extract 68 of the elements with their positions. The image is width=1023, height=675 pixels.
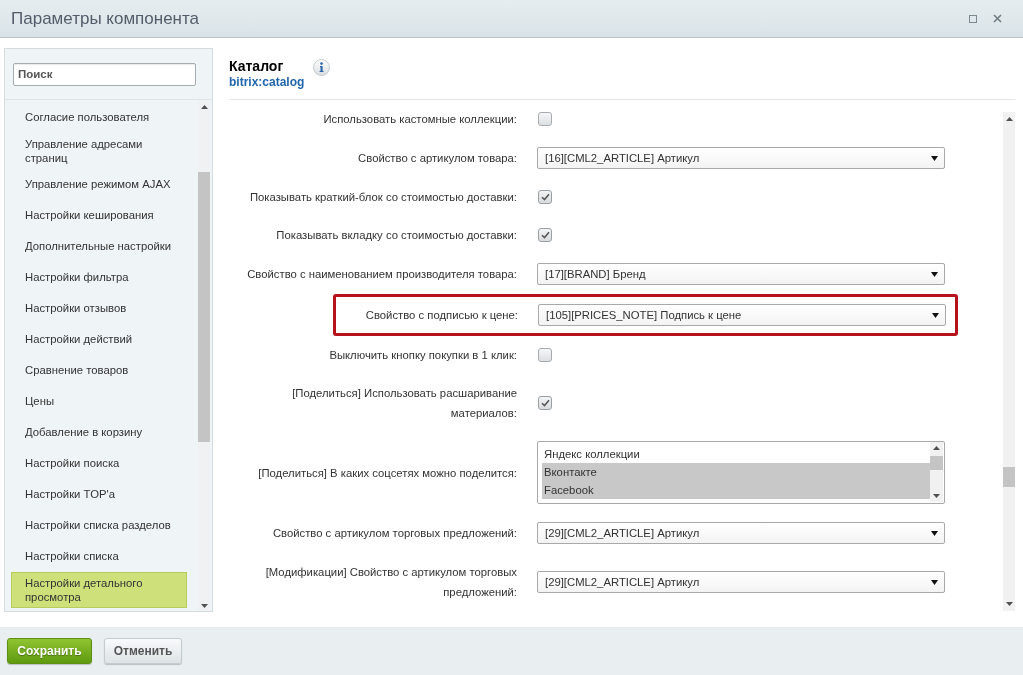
scroll-up-icon[interactable] [933,446,940,450]
scroll-down-icon[interactable] [1005,602,1013,606]
scrollbar[interactable] [1003,112,1015,611]
sidebar-item[interactable]: Управление режимом AJAX [11,168,187,200]
caret-icon [931,271,938,277]
list-option[interactable]: Facebook [542,481,930,499]
window-title: Параметры компонента [11,7,200,30]
caret-icon [931,155,938,161]
sidebar-item[interactable]: Дополнительные настройки [11,230,187,262]
check-icon [540,399,550,407]
sidebar-item[interactable]: Согласие пользователя [11,101,187,133]
caret-icon [931,579,938,585]
sidebar-item[interactable]: Настройки списка [11,540,187,572]
checkbox[interactable] [538,228,552,242]
listbox-field[interactable]: Яндекс коллекции Вконтакте Facebook [537,441,945,504]
caret-icon [932,312,939,318]
sidebar-item[interactable]: Управление адресами страниц [11,132,187,169]
sidebar-item[interactable]: Настройки поиска [11,447,187,479]
close-icon[interactable] [993,14,1002,23]
field-label: Свойство с подписью к цене: [364,308,518,323]
sidebar-item[interactable]: Настройки кеширования [11,199,187,231]
scroll-up-icon[interactable] [1005,117,1013,121]
checkbox[interactable] [538,396,552,410]
select-field[interactable]: [17][BRAND] Бренд [537,263,945,285]
field-label: Использовать кастомные коллекции: [323,112,517,127]
scrollbar[interactable] [198,99,210,611]
check-icon [540,231,550,239]
search-field[interactable]: Поиск [13,62,196,86]
sidebar-item[interactable]: Настройки детального просмотра [11,571,187,608]
sidebar-item[interactable]: Настройки TOP'а [11,478,187,510]
check-icon [540,193,550,201]
component-code: bitrix:catalog [229,75,305,90]
select-field[interactable]: [29][CML2_ARTICLE] Артикул [537,522,945,544]
scroll-up-icon[interactable] [200,104,208,109]
field-label: Выключить кнопку покупки в 1 клик: [329,348,517,363]
select-field[interactable]: [105][PRICES_NOTE] Подпись к цене [538,304,946,326]
scroll-down-icon[interactable] [933,494,940,498]
checkbox[interactable] [538,112,552,126]
sidebar-item[interactable]: Цены [11,385,187,417]
field-label: [Поделиться] Использовать расшаривание материалов: [291,386,517,421]
sidebar-item[interactable]: Сравнение товаров [11,354,187,386]
field-label: Свойство с артикулом товара: [358,151,517,166]
scrollbar[interactable] [930,442,943,502]
scroll-thumb[interactable] [1003,467,1015,487]
component-title: Каталог [229,58,285,75]
sidebar-item[interactable]: Настройки отзывов [11,292,187,324]
field-label: [Модификации] Свойство с артикулом торговых предложений: [264,565,517,600]
scroll-down-icon[interactable] [200,603,208,608]
field-label: Показывать краткий-блок со стоимостью доставки: [249,190,517,205]
field-label: [Поделиться] В каких соцсетях можно поделится: [258,465,517,481]
field-label: Свойство с наименованием производителя товара: [247,267,517,282]
maximize-icon[interactable] [969,14,977,23]
sidebar-item[interactable]: Настройки действий [11,323,187,355]
select-field[interactable]: [29][CML2_ARTICLE] Артикул [537,571,945,593]
field-label: Свойство с артикулом торговых предложений: [272,526,517,541]
select-field[interactable]: [16][CML2_ARTICLE] Артикул [537,147,945,169]
sidebar-item[interactable]: Настройки списка разделов [11,509,187,541]
caret-icon [931,530,938,536]
scroll-thumb[interactable] [198,171,210,442]
checkbox[interactable] [538,190,552,204]
list-option[interactable]: Вконтакте [542,463,930,481]
sidebar-item[interactable]: Добавление в корзину [11,416,187,448]
cancel-button[interactable]: Отменить [104,638,182,664]
field-label: Показывать вкладку со стоимостью доставки: [276,228,517,243]
scroll-thumb[interactable] [930,456,943,470]
info-icon[interactable] [313,59,331,76]
checkbox[interactable] [538,348,552,362]
sidebar-item[interactable]: Настройки фильтра [11,261,187,293]
